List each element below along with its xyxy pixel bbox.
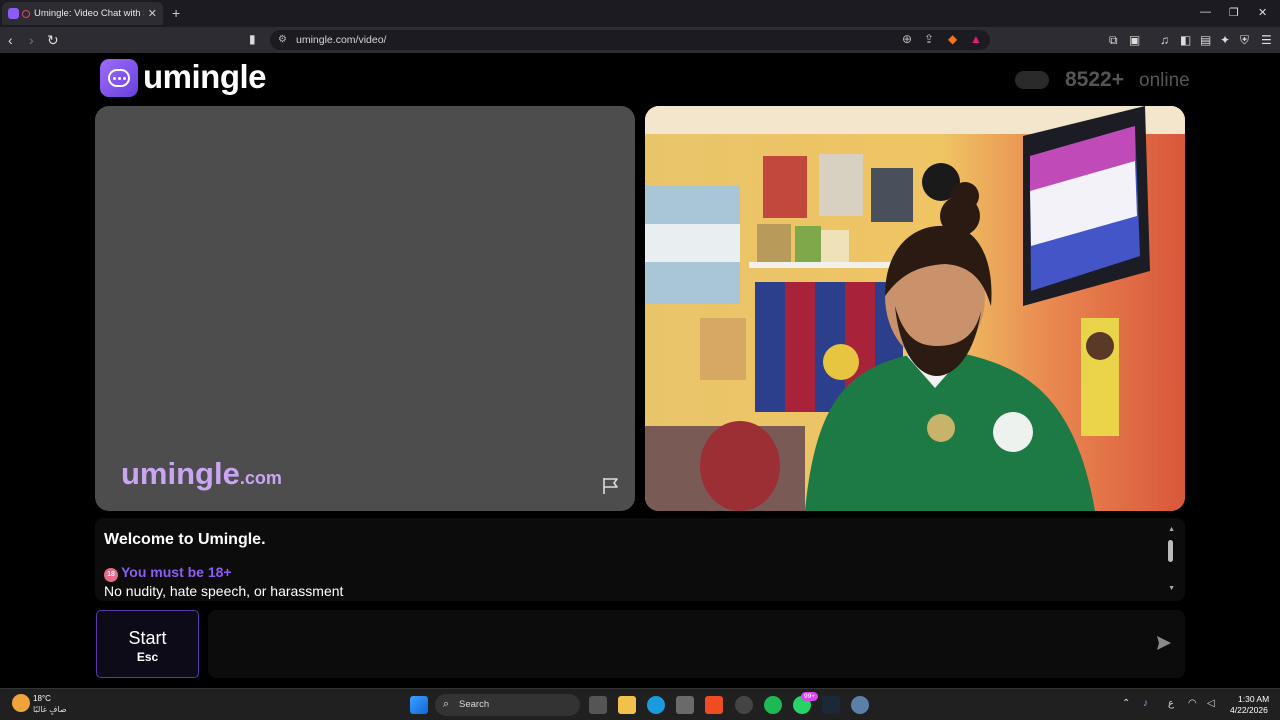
restore-icon[interactable]: ❐ [1229, 6, 1239, 19]
store-icon[interactable] [676, 696, 694, 714]
search-label: Search [459, 699, 490, 710]
extensions-icon[interactable]: ⧉ [1109, 33, 1118, 48]
task-view-icon[interactable] [589, 696, 607, 714]
volume-icon[interactable]: ◁ [1207, 698, 1215, 709]
sidebar-icon[interactable]: ◧ [1180, 33, 1191, 47]
wifi-icon[interactable]: ◠ [1188, 698, 1197, 709]
age-18-icon: 18 [104, 568, 118, 582]
tray-overflow-icon[interactable]: ⌃ [1122, 698, 1130, 709]
theme-toggle[interactable] [1015, 71, 1049, 89]
online-count: 8522+ [1065, 68, 1124, 91]
camera-feed-image [645, 106, 1185, 511]
address-bar[interactable]: ⚙ umingle.com/video/ ⊕ ⇪ ◆ ▲ [270, 30, 990, 50]
tab-title: Umingle: Video Chat with Str [34, 8, 144, 19]
logo-text[interactable]: umingle [143, 58, 267, 96]
welcome-message: Welcome to Umingle. [104, 531, 266, 548]
recording-indicator-icon [22, 9, 30, 18]
umingle-favicon-icon [8, 8, 19, 19]
spotify-icon[interactable] [764, 696, 782, 714]
message-input[interactable] [208, 610, 1185, 678]
clock-date[interactable]: 4/22/2026 [1230, 705, 1268, 715]
scroll-up-icon[interactable]: ▲ [1168, 526, 1175, 533]
clock-time[interactable]: 1:30 AM [1238, 694, 1269, 704]
brave-shields-icon[interactable]: ◆ [948, 32, 957, 46]
language-indicator[interactable]: ع [1168, 698, 1174, 709]
browser-tab-bar: Umingle: Video Chat with Str ✕ + — ❐ ✕ [0, 0, 1280, 27]
whatsapp-badge: 99+ [801, 692, 819, 701]
new-tab-button[interactable]: + [172, 5, 180, 21]
settings-icon[interactable] [851, 696, 869, 714]
reload-icon[interactable]: ↻ [47, 32, 59, 49]
umingle-page: umingle 8522+ online umingle.com Welcome… [0, 53, 1280, 688]
tab-close-icon[interactable]: ✕ [148, 7, 157, 20]
menu-icon[interactable]: ☰ [1261, 33, 1272, 47]
site-settings-icon[interactable]: ⚙ [278, 34, 287, 45]
brave-rewards-icon[interactable]: ▲ [970, 32, 982, 46]
window-close-icon[interactable]: ✕ [1258, 6, 1267, 19]
bookmark-icon[interactable]: ▮ [249, 32, 256, 46]
report-flag-icon[interactable] [601, 477, 621, 495]
chat-log: Welcome to Umingle. 18 You must be 18+ No… [95, 518, 1185, 601]
video-watermark: umingle.com [121, 456, 282, 491]
url-text: umingle.com/video/ [296, 34, 387, 46]
zoom-icon[interactable]: ⊕ [902, 32, 912, 46]
umingle-logo-icon[interactable] [100, 59, 138, 97]
vpn-icon[interactable]: ⛨ [1240, 33, 1249, 48]
edge-icon[interactable] [647, 696, 665, 714]
browser-tab-umingle[interactable]: Umingle: Video Chat with Str ✕ [2, 2, 163, 25]
file-explorer-icon[interactable] [618, 696, 636, 714]
obs-icon[interactable] [735, 696, 753, 714]
online-label: online [1139, 70, 1190, 91]
screenshot-icon[interactable]: ▣ [1129, 33, 1140, 47]
start-button[interactable]: Start Esc [96, 610, 199, 678]
minimize-icon[interactable]: — [1200, 6, 1211, 18]
wallet-icon[interactable]: ▤ [1200, 33, 1211, 47]
brave-icon[interactable] [705, 696, 723, 714]
taskbar-search[interactable]: ⌕ Search [435, 694, 580, 716]
forward-icon[interactable]: › [29, 32, 34, 48]
browser-toolbar: ‹ › ↻ ▮ ⚙ umingle.com/video/ ⊕ ⇪ ◆ ▲ ⧉ ▣… [0, 27, 1280, 53]
windows-taskbar: 18°C صافٍ غالبًا ⌕ Search 99+ ⌃ ♪ ع ◠ ◁ … [0, 688, 1280, 720]
start-shortcut: Esc [136, 650, 159, 664]
weather-temp: 18°C [33, 694, 51, 703]
weather-icon[interactable] [12, 694, 30, 712]
age-warning: 18 You must be 18+ [104, 564, 232, 582]
self-camera-video [645, 106, 1185, 511]
microphone-icon[interactable]: ♪ [1143, 698, 1148, 709]
start-label: Start [128, 628, 167, 648]
media-icon[interactable]: ♫ [1160, 33, 1169, 47]
send-icon[interactable] [1155, 634, 1173, 652]
rules-message: No nudity, hate speech, or harassment [104, 583, 344, 599]
steam-icon[interactable] [822, 696, 840, 714]
stranger-video: umingle.com [95, 106, 635, 511]
scrollbar-thumb[interactable] [1168, 540, 1173, 562]
start-menu-icon[interactable] [410, 696, 428, 714]
leo-ai-icon[interactable]: ✦ [1220, 33, 1230, 47]
scroll-down-icon[interactable]: ▼ [1168, 585, 1175, 592]
share-icon[interactable]: ⇪ [924, 32, 934, 46]
weather-desc: صافٍ غالبًا [33, 705, 67, 714]
search-icon: ⌕ [443, 698, 450, 710]
back-icon[interactable]: ‹ [8, 32, 13, 48]
